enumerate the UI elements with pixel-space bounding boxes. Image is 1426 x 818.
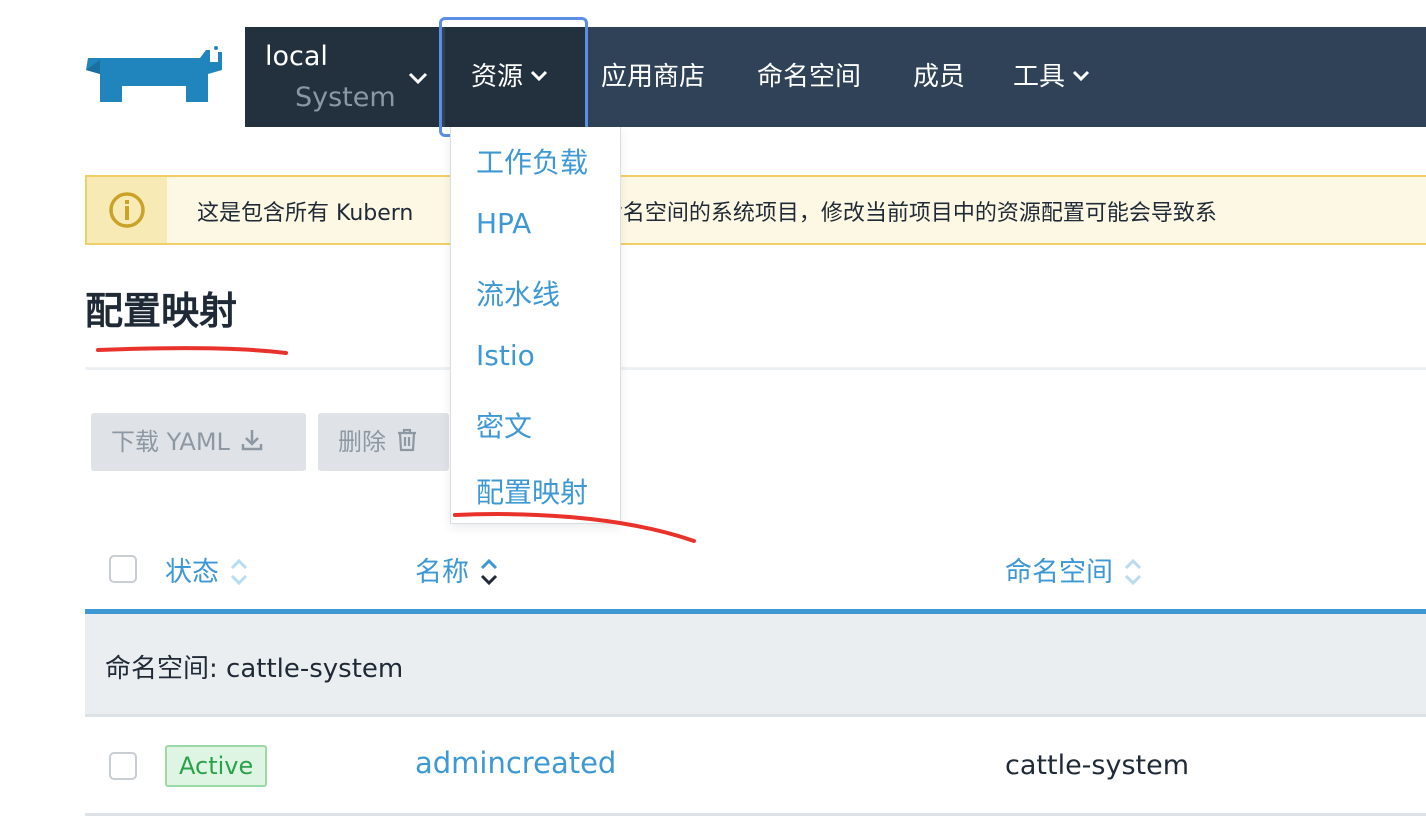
menu-item-pipelines[interactable]: 流水线 [476, 273, 560, 313]
nav-members[interactable]: 成员 [913, 27, 965, 127]
row-checkbox[interactable] [109, 752, 137, 780]
nav-namespaces[interactable]: 命名空间 [757, 27, 861, 127]
column-header-namespace-label: 命名空间 [1005, 557, 1113, 588]
chevron-down-icon [530, 70, 548, 81]
nav-app-store[interactable]: 应用商店 [601, 27, 705, 127]
banner-text-left: 这是包含所有 Kubern [197, 201, 414, 226]
nav-namespaces-label: 命名空间 [757, 62, 862, 92]
nav-resources-label: 资源 [471, 62, 524, 92]
title-underline-annotation [96, 346, 288, 355]
status-badge: Active [165, 745, 268, 787]
download-icon [241, 430, 263, 451]
select-all-checkbox[interactable] [109, 555, 137, 583]
page-title: 配置映射 [85, 289, 238, 333]
info-icon [109, 192, 145, 228]
nav-resources[interactable]: 资源 [445, 27, 585, 127]
menu-item-workloads[interactable]: 工作负载 [476, 141, 588, 181]
delete-label: 删除 [338, 428, 386, 456]
trash-icon [398, 428, 416, 452]
column-header-name-label: 名称 [415, 557, 469, 588]
menu-item-secrets[interactable]: 密文 [476, 405, 532, 445]
namespace-group-row: 命名空间: cattle-system [85, 614, 1426, 714]
column-header-state[interactable]: 状态 [165, 550, 249, 589]
resources-dropdown-menu: 工作负载 HPA 流水线 Istio 密文 配置映射 [450, 127, 621, 524]
nav-tools-label: 工具 [1013, 62, 1066, 92]
cluster-name: local [265, 41, 328, 72]
sort-icon [1124, 558, 1142, 585]
banner-icon-box [87, 177, 167, 243]
sort-icon [480, 558, 498, 585]
column-header-state-label: 状态 [165, 557, 219, 588]
sort-icon [230, 558, 248, 585]
nav-app-store-label: 应用商店 [601, 62, 706, 92]
system-project-warning-banner: 这是包含所有 Kubern her 系统命名空间的系统项目，修改当前项目中的资源配… [85, 175, 1426, 245]
title-divider [85, 367, 1426, 370]
rancher-logo[interactable] [82, 40, 227, 110]
group-row-rule [85, 714, 1426, 717]
cluster-switcher[interactable]: local System [245, 27, 440, 127]
download-yaml-label: 下载 YAML [111, 428, 230, 456]
nav-members-label: 成员 [913, 62, 966, 92]
banner-text: 这是包含所有 Kubern her 系统命名空间的系统项目，修改当前项目中的资源配… [197, 195, 1217, 227]
column-header-name[interactable]: 名称 [415, 550, 499, 589]
chevron-down-icon [408, 72, 428, 85]
menu-item-config-maps[interactable]: 配置映射 [476, 471, 588, 511]
config-map-name-link[interactable]: admincreated [415, 746, 616, 780]
top-navigation: local System 资源 应用商店 命名空间 成员 工具 [245, 27, 1426, 127]
chevron-down-icon [1072, 70, 1090, 81]
nav-tools[interactable]: 工具 [1013, 27, 1091, 127]
cluster-project: System [295, 82, 396, 113]
download-yaml-button[interactable]: 下载 YAML [91, 413, 306, 471]
namespace-group-label: 命名空间: cattle-system [105, 654, 404, 684]
table-row-rule [85, 813, 1426, 816]
column-header-namespace[interactable]: 命名空间 [1005, 550, 1143, 589]
row-namespace: cattle-system [1005, 750, 1190, 781]
menu-item-istio[interactable]: Istio [476, 339, 535, 372]
delete-button[interactable]: 删除 [318, 413, 449, 471]
menu-item-hpa[interactable]: HPA [476, 207, 531, 240]
